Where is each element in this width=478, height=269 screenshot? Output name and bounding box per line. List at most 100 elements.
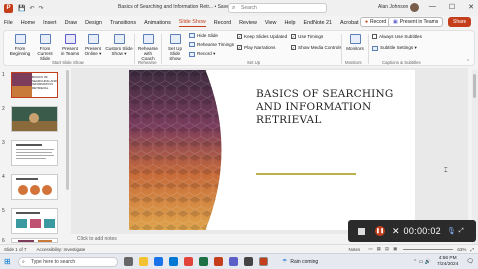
save-icon[interactable]: 💾: [18, 5, 25, 12]
taskbar-search-placeholder: Type here to search: [31, 258, 76, 265]
zoom-level[interactable]: 63%: [457, 247, 466, 252]
current-slide[interactable]: BASICS OF SEARCHING AND INFORMATION RETR…: [129, 70, 415, 230]
from-beginning-button[interactable]: From Beginning: [9, 34, 31, 56]
user-name[interactable]: Alan Johnson: [378, 4, 408, 10]
slide-thumbnail-1[interactable]: BASICS OF SEARCHING AND INFORMATION RETR…: [11, 72, 58, 98]
rehearse-timings-button[interactable]: Rehearse Timings: [189, 42, 234, 47]
monitors-button[interactable]: Monitors: [344, 34, 366, 51]
tab-slide-show[interactable]: Slide Show: [178, 19, 206, 27]
slide-thumbnail-5[interactable]: [11, 208, 58, 234]
slide-sorter-icon[interactable]: ▦: [377, 246, 381, 252]
record-dot-icon: ●: [365, 19, 369, 25]
present-online-button[interactable]: Present Online ▾: [82, 34, 104, 56]
tab-review[interactable]: Review: [239, 20, 257, 26]
app-taskbar-icon[interactable]: [244, 257, 253, 266]
tab-transitions[interactable]: Transitions: [110, 20, 136, 26]
present-in-teams-ribbon-button[interactable]: Present in Teams: [60, 34, 80, 56]
thumbnail-caption: BASICS OF SEARCHING AND INFORMATION RETR…: [32, 75, 57, 90]
tab-endnote[interactable]: EndNote 21: [304, 20, 332, 26]
system-tray-icons[interactable]: ⌃ ▭ 🔊: [413, 259, 431, 265]
quick-access-toolbar: 💾 ↶ ↷: [18, 5, 44, 12]
ribbon-divider: [134, 34, 135, 64]
thumbnails-scrollbar[interactable]: [66, 70, 69, 190]
chrome-icon[interactable]: [184, 257, 193, 266]
taskbar-search[interactable]: ⌕ Type here to search: [18, 256, 118, 267]
tab-view[interactable]: View: [265, 20, 277, 26]
close-button[interactable]: ✕: [468, 3, 474, 11]
tab-help[interactable]: Help: [284, 20, 295, 26]
play-narrations-checkbox[interactable]: ✓ Play Narrations: [237, 45, 275, 50]
hide-slide-button[interactable]: Hide Slide: [189, 33, 218, 38]
accessibility-status[interactable]: Accessibility: Investigate: [37, 247, 86, 252]
avatar[interactable]: [410, 3, 419, 12]
tab-animations[interactable]: Animations: [144, 20, 171, 26]
rehearse-coach-label: Rehearse with Coach: [138, 46, 158, 61]
rehearse-with-coach-button[interactable]: Rehearse with Coach: [137, 34, 159, 61]
undo-icon[interactable]: ↶: [29, 5, 34, 12]
stop-icon[interactable]: [358, 227, 365, 235]
notifications-icon[interactable]: 🗨: [466, 258, 474, 265]
notes-pane[interactable]: Click to add notes: [71, 235, 468, 244]
expand-icon[interactable]: ⤢: [459, 228, 464, 235]
reading-view-icon[interactable]: ▤: [385, 246, 389, 252]
monitor-icon: [349, 34, 361, 44]
slide-title[interactable]: BASICS OF SEARCHING AND INFORMATION RETR…: [256, 88, 406, 127]
task-view-icon[interactable]: [124, 257, 133, 266]
subtitle-settings-label: Subtitle Settings ▾: [380, 45, 417, 50]
minimize-button[interactable]: —: [429, 3, 436, 11]
subtitle-settings-button[interactable]: Subtitle Settings ▾: [372, 45, 417, 51]
keep-slides-updated-checkbox[interactable]: ✓ Keep Slides Updated: [237, 34, 287, 39]
from-current-slide-button[interactable]: From Current Slide: [33, 34, 57, 61]
excel-icon[interactable]: [199, 257, 208, 266]
show-media-controls-checkbox[interactable]: ✓ Show Media Controls: [291, 45, 342, 50]
tab-file[interactable]: File: [4, 20, 13, 26]
present-in-teams-button[interactable]: ▣ Present in Teams: [388, 17, 444, 27]
tab-acrobat[interactable]: Acrobat: [340, 20, 359, 26]
weather-status[interactable]: Rain coming: [290, 259, 318, 265]
present-online-icon: [87, 34, 99, 44]
slide-thumbnail-2[interactable]: [11, 106, 58, 132]
outlook-icon[interactable]: [169, 257, 178, 266]
record-button[interactable]: ● Record: [360, 17, 392, 27]
teams-icon: ▣: [393, 19, 398, 25]
fit-to-window-icon[interactable]: ⤢: [470, 247, 474, 252]
search-box[interactable]: ⌕ Search: [228, 3, 327, 13]
use-timings-checkbox[interactable]: ✓ Use Timings: [291, 34, 323, 39]
tab-insert[interactable]: Insert: [43, 20, 56, 26]
slide-thumbnail-6[interactable]: [11, 238, 58, 243]
set-up-slide-show-button[interactable]: Set Up Slide Show: [164, 34, 186, 61]
tab-record[interactable]: Record: [214, 20, 231, 26]
zoom-slider[interactable]: [403, 248, 454, 250]
slide-thumbnail-4[interactable]: [11, 174, 58, 200]
file-explorer-icon[interactable]: [139, 257, 148, 266]
teams-taskbar-icon[interactable]: [229, 257, 238, 266]
tab-draw[interactable]: Draw: [65, 20, 78, 26]
checkbox-unchecked-icon: [372, 34, 377, 39]
scrollbar-thumb[interactable]: [473, 74, 476, 98]
slide-scrollbar[interactable]: [472, 70, 478, 245]
share-button[interactable]: Share: [448, 17, 472, 27]
normal-view-icon[interactable]: ▭: [368, 246, 372, 252]
slideshow-view-icon[interactable]: ▣: [393, 246, 397, 252]
maximize-button[interactable]: ☐: [449, 3, 455, 11]
setup-show-label: Set Up Slide Show: [167, 46, 183, 61]
redo-icon[interactable]: ↷: [39, 5, 44, 12]
slide-thumbnail-3[interactable]: [11, 140, 58, 166]
record-dropdown-button[interactable]: Record ▾: [189, 51, 215, 57]
edge-browser-icon[interactable]: [154, 257, 163, 266]
notes-toggle[interactable]: Notes: [349, 247, 361, 252]
document-title[interactable]: Basics of Searching and Information Retr…: [118, 4, 236, 10]
taskbar-clock[interactable]: 4:56 PM 7/24/2024: [437, 256, 458, 267]
powerpoint-active-taskbar-icon[interactable]: [259, 257, 268, 266]
powerpoint-taskbar-icon[interactable]: [214, 257, 223, 266]
collapse-ribbon-icon[interactable]: ⌃: [466, 59, 470, 65]
slideshow-start-icon: [14, 34, 26, 44]
windows-start-icon[interactable]: ⊞: [4, 257, 11, 266]
tab-home[interactable]: Home: [21, 20, 35, 26]
custom-slide-show-button[interactable]: Custom Slide Show ▾: [105, 34, 133, 56]
tab-design[interactable]: Design: [85, 20, 102, 26]
always-use-subtitles-checkbox[interactable]: Always Use Subtitles: [372, 34, 422, 39]
present-teams-ribbon-label: Present in Teams: [60, 46, 80, 56]
rehearse-timings-label: Rehearse Timings: [197, 42, 235, 47]
microphone-icon[interactable]: 🎙: [447, 227, 456, 235]
